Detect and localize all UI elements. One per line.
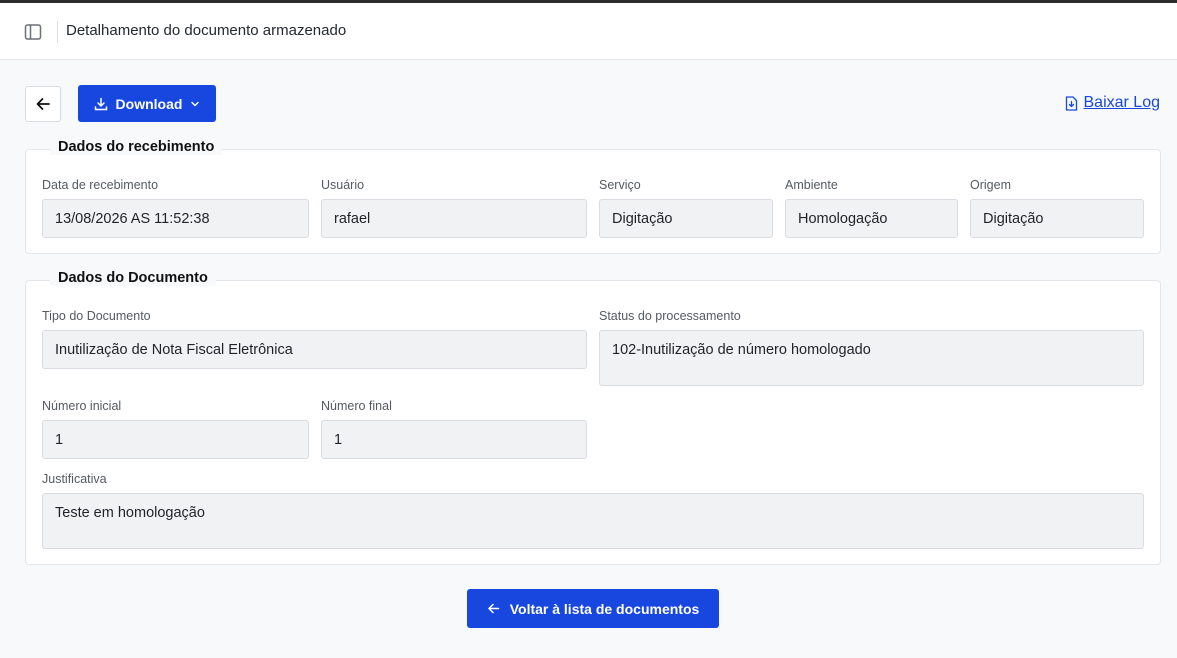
arrow-left-icon [36, 98, 50, 110]
sidebar-panel-icon[interactable] [22, 21, 44, 43]
numero-inicial-label: Número inicial [42, 399, 122, 413]
tipo-documento-label: Tipo do Documento [42, 309, 151, 323]
data-recebimento-label: Data de recebimento [42, 178, 159, 192]
file-download-icon [1065, 95, 1077, 111]
section-legend: Dados do Documento [50, 270, 216, 286]
section-legend: Dados do recebimento [50, 139, 223, 155]
status-processamento-field: 102-Inutilização de número homologado [599, 330, 1144, 386]
page-title: Detalhamento do documento armazenado [66, 22, 347, 39]
justificativa-field: Teste em homologação [42, 493, 1144, 549]
origem-field: Digitação [970, 199, 1144, 238]
ambiente-label: Ambiente [785, 178, 838, 192]
download-label: Download [115, 95, 183, 112]
usuario-field: rafael [321, 199, 587, 238]
numero-inicial-field: 1 [42, 420, 309, 459]
ambiente-field: Homologação [785, 199, 958, 238]
justificativa-label: Justificativa [42, 472, 107, 486]
download-button[interactable]: Download [78, 85, 216, 122]
back-button[interactable] [25, 86, 61, 122]
tipo-documento-field: Inutilização de Nota Fiscal Eletrônica [42, 330, 587, 369]
voltar-lista-label: Voltar à lista de documentos [509, 600, 700, 617]
data-recebimento-field: 13/08/2026 AS 11:52:38 [42, 199, 309, 238]
usuario-label: Usuário [321, 178, 365, 192]
voltar-lista-button[interactable]: Voltar à lista de documentos [467, 589, 719, 628]
arrow-left-icon [487, 603, 499, 614]
baixar-log-label: Baixar Log [1083, 94, 1161, 111]
servico-label: Serviço [599, 178, 641, 192]
section-dados-documento: Dados do Documento Tipo do Documento Inu… [25, 270, 1161, 565]
servico-field: Digitação [599, 199, 773, 238]
page-header: Detalhamento do documento armazenado [0, 3, 1177, 60]
download-icon [94, 97, 107, 110]
section-dados-recebimento: Dados do recebimento Data de recebimento… [25, 139, 1161, 254]
numero-final-field: 1 [321, 420, 587, 459]
header-divider [57, 21, 58, 43]
baixar-log-link[interactable]: Baixar Log [1065, 94, 1161, 112]
chevron-down-icon [191, 101, 200, 106]
numero-final-label: Número final [321, 399, 392, 413]
status-processamento-label: Status do processamento [599, 309, 741, 323]
origem-label: Origem [970, 178, 1011, 192]
